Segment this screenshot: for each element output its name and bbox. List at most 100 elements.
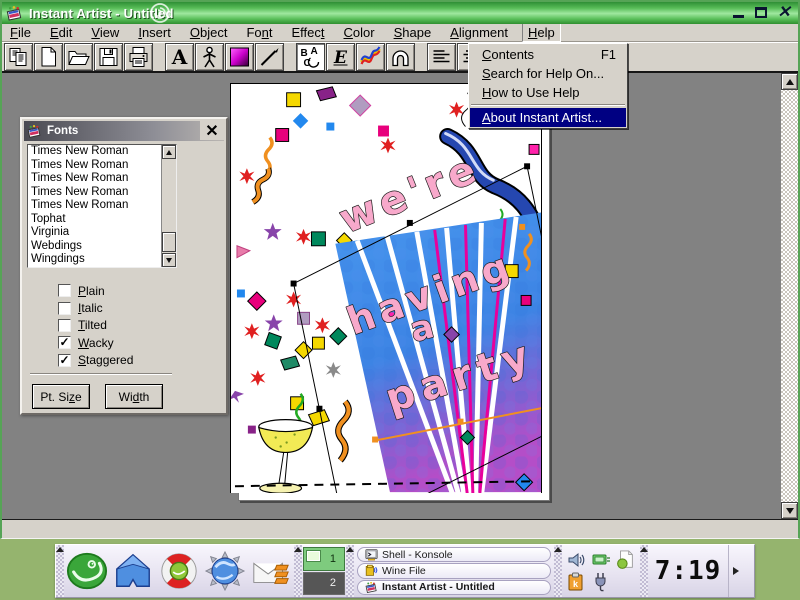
font-list-item[interactable]: Virginia xyxy=(28,226,176,240)
titlebar[interactable]: Instant Artist - Untitled ✕ xyxy=(2,2,798,24)
font-list-item[interactable]: Times New Roman xyxy=(28,186,176,200)
panel-handle[interactable] xyxy=(554,545,562,597)
checkbox-tilted[interactable] xyxy=(58,318,71,332)
fill-tool-button[interactable] xyxy=(225,43,254,71)
tray-network[interactable] xyxy=(591,550,611,570)
pager-desktop-1[interactable]: 1 xyxy=(303,547,345,571)
palette-buttons: Pt. Size Width xyxy=(32,384,163,409)
help-menu-item-contents[interactable]: Contents F1 xyxy=(470,45,626,64)
tray-quickstarter[interactable] xyxy=(616,550,636,570)
minimize-icon xyxy=(732,15,744,18)
style-option-plain[interactable]: Plain xyxy=(58,282,133,299)
line-tool-button[interactable] xyxy=(255,43,284,71)
tray-volume[interactable] xyxy=(566,550,586,570)
print-button[interactable] xyxy=(124,43,153,71)
task-konsole[interactable]: Shell - Konsole xyxy=(357,547,551,563)
font-list-item[interactable]: Times New Roman xyxy=(28,199,176,213)
network-icon xyxy=(591,550,611,570)
style-option-wacky[interactable]: ✓ Wacky xyxy=(58,334,133,351)
card-page[interactable]: we're having a party xyxy=(230,83,542,493)
save-button[interactable] xyxy=(94,43,123,71)
pager-label: 1 xyxy=(329,552,336,565)
font-list-item[interactable]: Times New Roman xyxy=(28,145,176,159)
launcher-suse-menu[interactable] xyxy=(64,545,110,597)
menu-object[interactable]: Object xyxy=(185,24,233,41)
close-button[interactable]: ✕ xyxy=(774,4,794,21)
style-option-italic[interactable]: Italic xyxy=(58,299,133,316)
font-dialog-button[interactable]: BAC xyxy=(296,43,325,71)
new-document-button[interactable] xyxy=(34,43,63,71)
checkbox-wacky[interactable]: ✓ xyxy=(58,336,71,350)
launcher-mail[interactable] xyxy=(248,545,294,597)
tray-klipper[interactable]: k xyxy=(566,572,586,592)
help-menu-item-how-to-use-help[interactable]: How to Use Help xyxy=(470,83,626,102)
minimize-button[interactable] xyxy=(728,4,748,21)
menu-effect[interactable]: Effect xyxy=(286,24,329,41)
font-list-item[interactable]: Times New Roman xyxy=(28,159,176,173)
font-list-item[interactable]: Tophat xyxy=(28,213,176,227)
taskbar-clock[interactable]: 7:19 xyxy=(648,545,728,597)
menu-edit[interactable]: Edit xyxy=(45,24,77,41)
arrow-up-icon xyxy=(785,78,794,85)
panel-handle[interactable] xyxy=(56,545,64,597)
tray-power[interactable] xyxy=(591,572,611,592)
fonts-palette[interactable]: Fonts ✕ Times New Roman Times New Roman Ti… xyxy=(20,117,228,415)
panel-handle[interactable] xyxy=(294,545,302,597)
font-list-item[interactable]: Webdings xyxy=(28,240,176,254)
fonts-palette-close-button[interactable]: ✕ xyxy=(200,121,224,140)
font-list-scroll-thumb[interactable] xyxy=(162,232,176,252)
checkbox-staggered[interactable]: ✓ xyxy=(58,353,71,367)
suse-menu-icon xyxy=(66,550,108,592)
style-option-tilted[interactable]: Tilted xyxy=(58,317,133,334)
open-button[interactable] xyxy=(64,43,93,71)
palette-button-width[interactable]: Width xyxy=(105,384,163,409)
menu-item-label: About Instant Artist... xyxy=(482,110,602,125)
align-left-button[interactable] xyxy=(427,43,456,71)
workspace-scrollbar[interactable] xyxy=(781,73,798,519)
instant-artist-icon xyxy=(365,581,378,594)
task-wine-file[interactable]: Wine File xyxy=(357,563,551,579)
checkbox-italic[interactable] xyxy=(58,301,71,315)
quickstarter-icon xyxy=(616,550,636,570)
panel-hide-button[interactable] xyxy=(728,545,742,597)
menu-insert[interactable]: Insert xyxy=(133,24,176,41)
web-browser-icon xyxy=(204,550,246,592)
panel-handle[interactable] xyxy=(346,545,354,597)
help-menu-item-search-for-help-on[interactable]: Search for Help On... xyxy=(470,64,626,83)
menu-file[interactable]: File xyxy=(5,24,36,41)
panel-handle[interactable] xyxy=(640,545,648,597)
menu-shape[interactable]: Shape xyxy=(389,24,437,41)
pager-label: 2 xyxy=(329,577,336,590)
scroll-up-button[interactable] xyxy=(781,73,798,90)
font-list-scrollbar[interactable] xyxy=(161,145,176,267)
style-option-staggered[interactable]: ✓ Staggered xyxy=(58,352,133,369)
text-tool-button[interactable]: A xyxy=(165,43,194,71)
copy-button[interactable] xyxy=(4,43,33,71)
menu-view[interactable]: View xyxy=(86,24,124,41)
font-list[interactable]: Times New Roman Times New Roman Times New … xyxy=(27,144,177,268)
help-menu-item-about-instant-artist[interactable]: About Instant Artist... xyxy=(470,108,626,127)
font-list-scroll-up[interactable] xyxy=(162,145,176,159)
font-list-item[interactable]: Times New Roman xyxy=(28,172,176,186)
palette-button-pt-size[interactable]: Pt. Size xyxy=(32,384,90,409)
launcher-home[interactable] xyxy=(110,545,156,597)
task-instant-artist[interactable]: Instant Artist - Untitled xyxy=(357,579,551,595)
effect-dialog-button[interactable]: E xyxy=(326,43,355,71)
font-list-scroll-down[interactable] xyxy=(162,253,176,267)
menu-color[interactable]: Color xyxy=(339,24,380,41)
color-dialog-button[interactable] xyxy=(356,43,385,71)
menu-help[interactable]: Help xyxy=(521,23,561,42)
fill-tool-icon xyxy=(227,45,252,69)
maximize-button[interactable] xyxy=(751,4,771,21)
pager-desktop-2[interactable]: 2 xyxy=(303,571,345,595)
scroll-down-button[interactable] xyxy=(781,502,798,519)
menu-font[interactable]: Font xyxy=(241,24,277,41)
fonts-palette-titlebar[interactable]: Fonts xyxy=(24,121,224,141)
launcher-web-browser[interactable] xyxy=(202,545,248,597)
figure-tool-button[interactable] xyxy=(195,43,224,71)
launcher-help-center[interactable] xyxy=(156,545,202,597)
menu-alignment[interactable]: Alignment xyxy=(445,24,513,41)
checkbox-plain[interactable] xyxy=(58,284,71,298)
font-list-item[interactable]: Wingdings xyxy=(28,253,176,267)
shape-dialog-button[interactable] xyxy=(386,43,415,71)
